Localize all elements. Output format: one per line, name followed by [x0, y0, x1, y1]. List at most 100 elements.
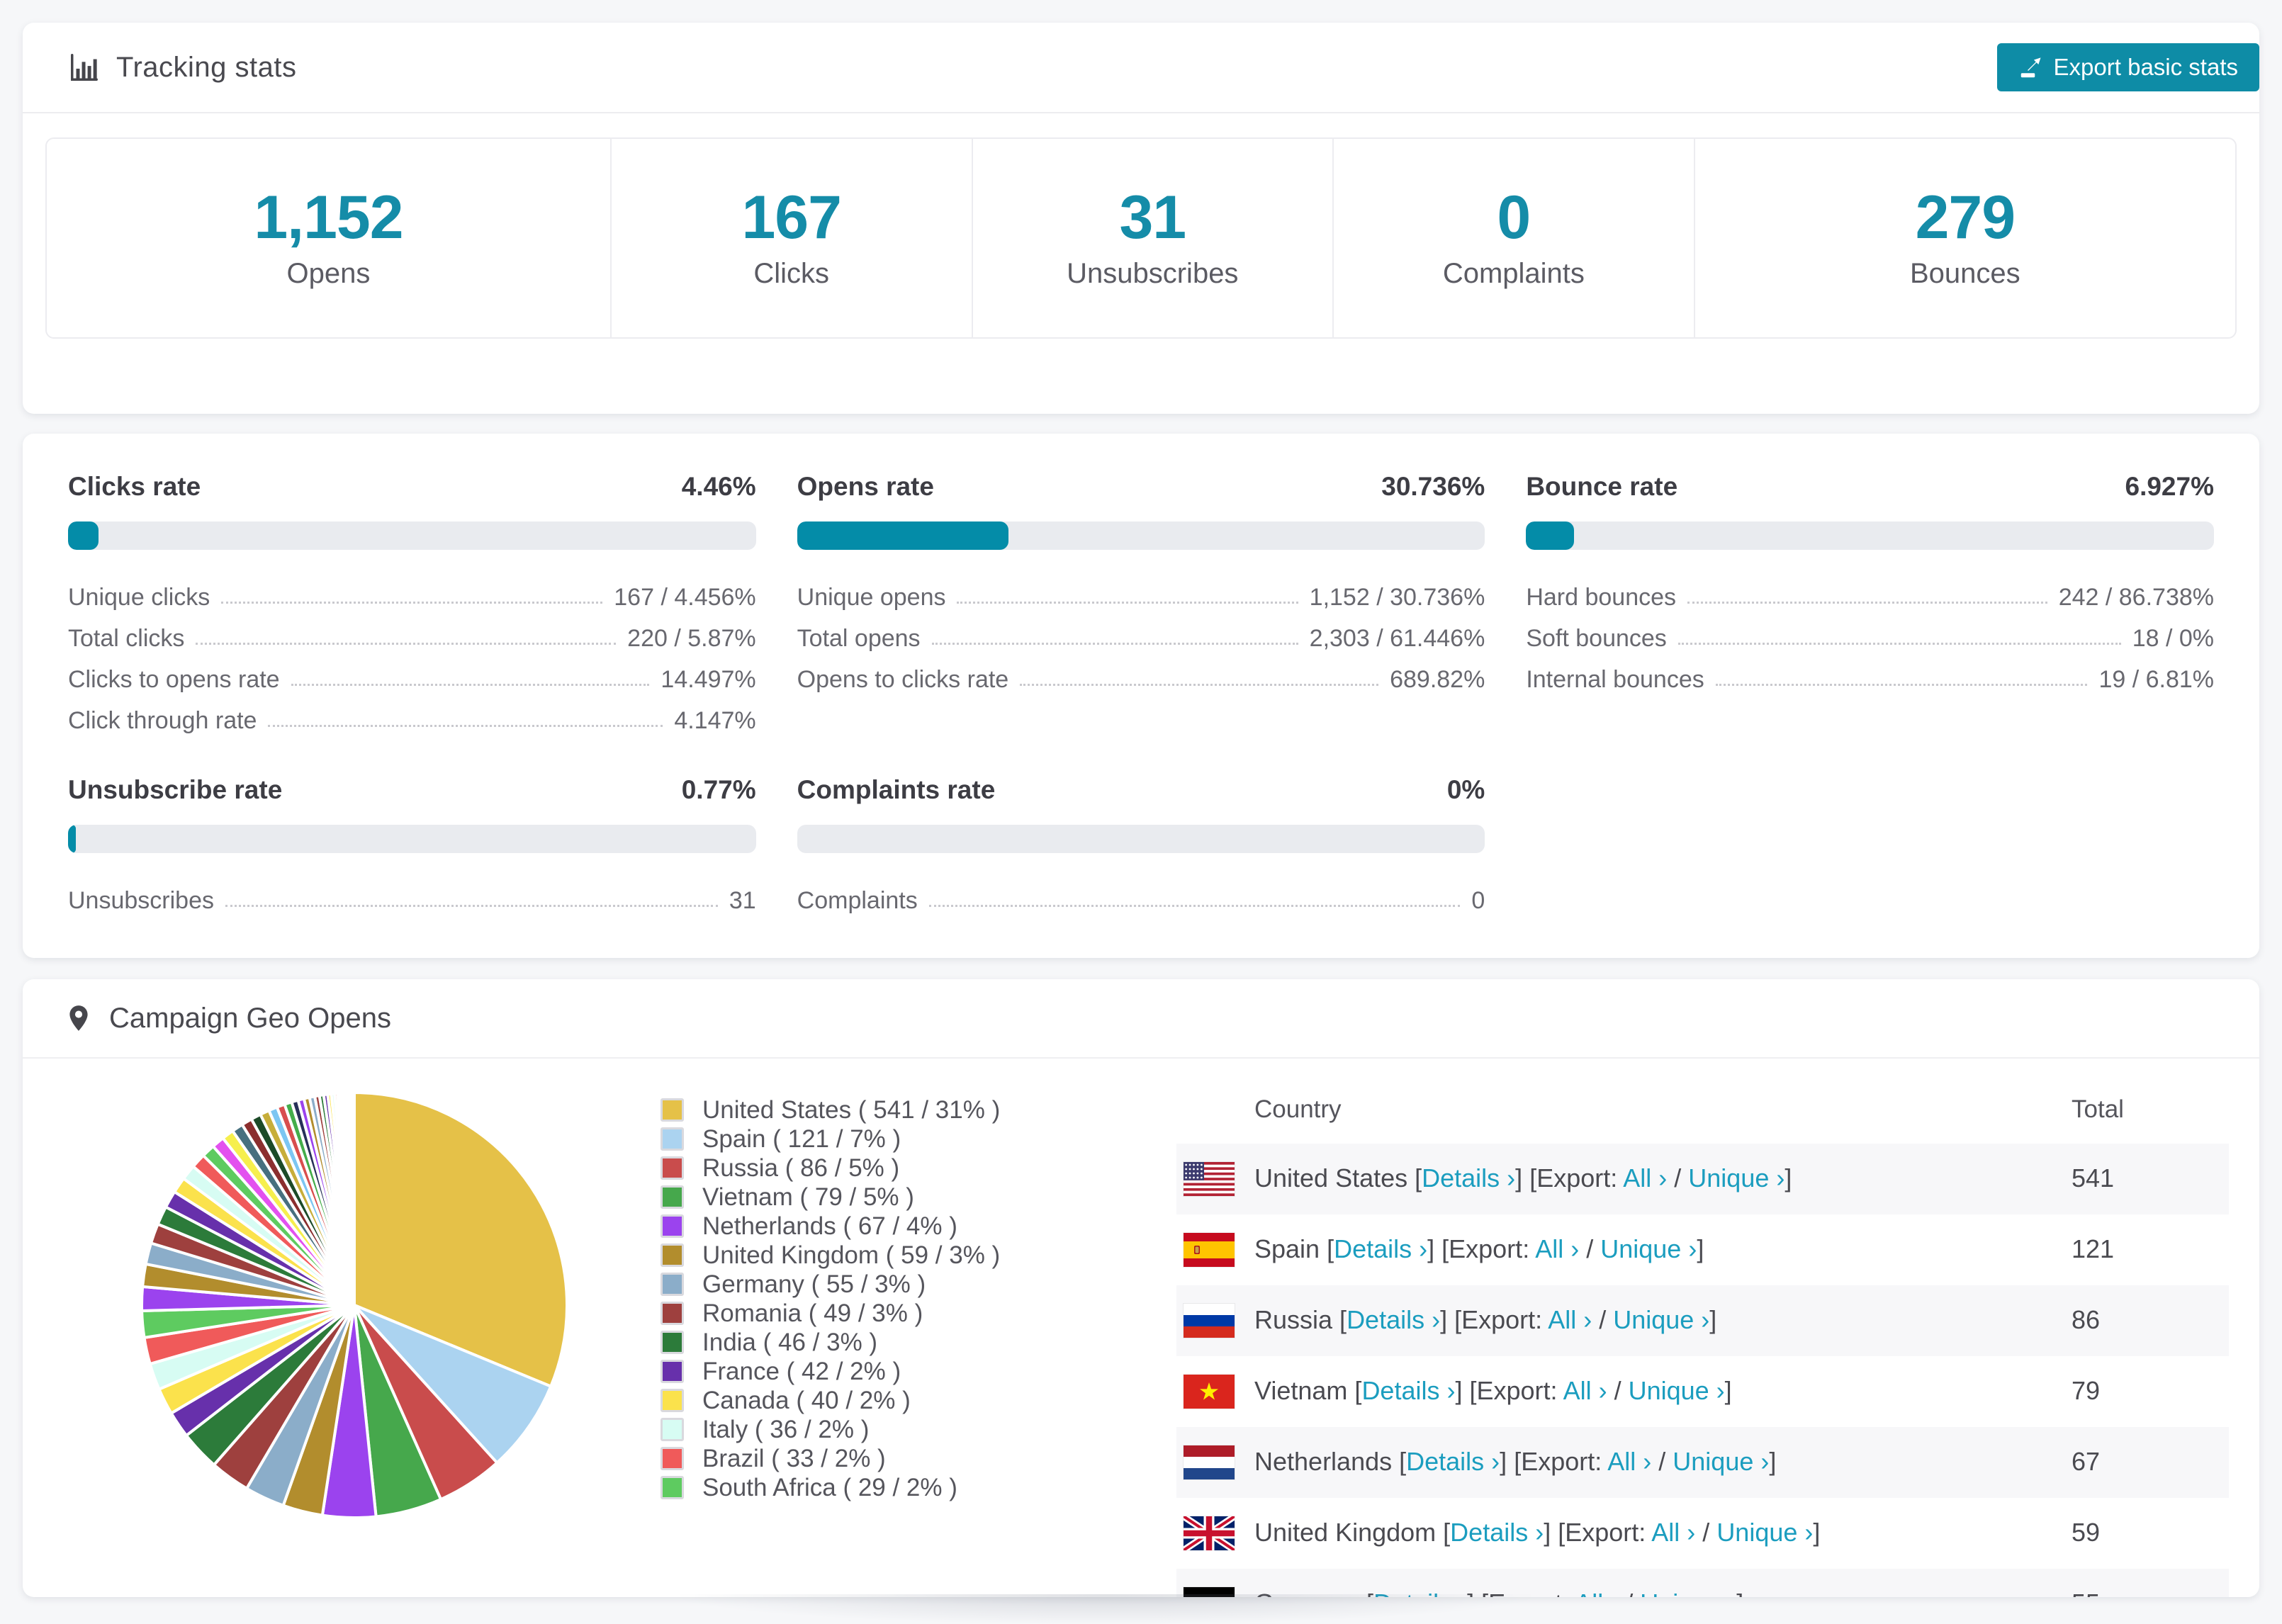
country-name-vietnam: Vietnam	[1254, 1376, 1355, 1405]
export-unique-link-germany[interactable]: Unique ›	[1640, 1589, 1736, 1597]
export-unique-link-netherlands[interactable]: Unique ›	[1673, 1447, 1769, 1476]
rate-metrics-opens-rate: Unique opens 1,152 / 30.736% Total opens 2,…	[797, 577, 1485, 700]
export-all-link-united-states[interactable]: All ›	[1623, 1163, 1667, 1192]
rate-title-opens-rate: Opens rate	[797, 472, 934, 501]
geo-opens-pie-chart	[140, 1090, 568, 1519]
rate-bar-bounce-rate	[1526, 521, 2214, 550]
bracket: ]	[1427, 1234, 1442, 1263]
rate-title-unsubscribe-rate: Unsubscribe rate	[68, 775, 283, 804]
dotted-leader	[1677, 642, 2121, 645]
bracket: [	[1415, 1163, 1422, 1192]
metric-click-through-rate: Click through rate 4.147%	[68, 700, 756, 741]
geo-table-row-spain: Spain [Details ›] [Export: All › / Uniqu…	[1176, 1214, 2229, 1285]
legend-swatch-italy	[661, 1418, 684, 1441]
rate-bar-fill-unsubscribe-rate	[68, 825, 76, 853]
export-all-link-germany[interactable]: All ›	[1575, 1589, 1619, 1597]
bracket: ]	[1515, 1163, 1530, 1192]
dotted-leader	[291, 683, 650, 686]
stat-value-unsubscribes: 31	[1119, 183, 1186, 252]
geo-opens-table: Country Total United States [Details ›] […	[1176, 1083, 2229, 1597]
legend-item-united-states: United States ( 541 / 31% )	[661, 1095, 1000, 1124]
legend-label-spain: Spain ( 121 / 7% )	[702, 1124, 901, 1153]
slash: /	[1619, 1589, 1640, 1597]
export-unique-link-vietnam[interactable]: Unique ›	[1629, 1376, 1725, 1405]
bar-chart-icon	[71, 54, 98, 81]
export-basic-stats-button[interactable]: Export basic stats	[1996, 43, 2259, 91]
country-name-russia: Russia	[1254, 1305, 1340, 1334]
export-unique-link-united-kingdom[interactable]: Unique ›	[1716, 1518, 1813, 1547]
rate-metrics-complaints-rate: Complaints 0	[797, 880, 1485, 921]
export-all-link-netherlands[interactable]: All ›	[1607, 1447, 1651, 1476]
page: Tracking stats Export basic stats 1,152 O…	[0, 0, 2282, 1597]
netherlands-flag-icon	[1184, 1445, 1235, 1479]
stat-label-opens: Opens	[286, 257, 371, 289]
export-all-link-spain[interactable]: All ›	[1535, 1234, 1579, 1263]
metric-value-clicks-to-opens-rate: 14.497%	[661, 665, 756, 693]
dotted-leader	[1687, 601, 2047, 604]
geo-total-vietnam: 79	[2072, 1376, 2101, 1405]
legend-swatch-netherlands	[661, 1214, 684, 1238]
geo-total-netherlands: 67	[2072, 1447, 2101, 1476]
rate-value-unsubscribe-rate: 0.77%	[681, 775, 756, 804]
metric-label-opens-to-clicks-rate: Opens to clicks rate	[797, 665, 1009, 693]
metric-label-total-opens: Total opens	[797, 624, 921, 652]
tracking-stats-title: Tracking stats	[68, 51, 296, 84]
legend-item-italy: Italy ( 36 / 2% )	[661, 1415, 1000, 1444]
stat-unsubscribes: 31 Unsubscribes	[971, 139, 1333, 337]
export-unique-link-spain[interactable]: Unique ›	[1600, 1234, 1697, 1263]
geo-total-russia: 86	[2072, 1305, 2101, 1334]
legend-label-brazil: Brazil ( 33 / 2% )	[702, 1444, 886, 1472]
legend-swatch-france	[661, 1360, 684, 1383]
legend-label-united-kingdom: United Kingdom ( 59 / 3% )	[702, 1241, 1001, 1269]
details-link-russia[interactable]: Details ›	[1347, 1305, 1440, 1334]
stat-value-complaints: 0	[1497, 183, 1531, 252]
geo-table-row-germany: Germany [Details ›] [Export: All › / Uni…	[1176, 1569, 2229, 1597]
country-name-united-kingdom: United Kingdom	[1254, 1518, 1444, 1547]
legend-item-spain: Spain ( 121 / 7% )	[661, 1124, 1000, 1154]
country-name-spain: Spain	[1254, 1234, 1327, 1263]
slash: /	[1607, 1376, 1629, 1405]
metric-label-unique-opens: Unique opens	[797, 583, 946, 611]
details-link-spain[interactable]: Details ›	[1334, 1234, 1427, 1263]
vietnam-flag-icon	[1184, 1375, 1235, 1409]
details-link-vietnam[interactable]: Details ›	[1361, 1376, 1455, 1405]
export-unique-link-united-states[interactable]: Unique ›	[1688, 1163, 1784, 1192]
rates-card: Clicks rate 4.46% Unique clicks 167 / 4.456…	[23, 434, 2259, 958]
rate-head-clicks-rate: Clicks rate 4.46%	[68, 472, 756, 502]
legend-item-united-kingdom: United Kingdom ( 59 / 3% )	[661, 1241, 1000, 1270]
metric-complaints: Complaints 0	[797, 880, 1485, 921]
bracket: ]	[1544, 1518, 1558, 1547]
details-link-netherlands[interactable]: Details ›	[1406, 1447, 1500, 1476]
stat-value-clicks: 167	[741, 183, 841, 252]
bracket: ]	[1440, 1305, 1455, 1334]
details-link-united-kingdom[interactable]: Details ›	[1450, 1518, 1544, 1547]
metric-unsubscribes: Unsubscribes 31	[68, 880, 756, 921]
slash: /	[1651, 1447, 1673, 1476]
legend-item-russia: Russia ( 86 / 5% )	[661, 1154, 1000, 1183]
export-all-link-united-kingdom[interactable]: All ›	[1651, 1518, 1695, 1547]
metric-label-click-through-rate: Click through rate	[68, 706, 257, 734]
legend-label-south-africa: South Africa ( 29 / 2% )	[702, 1473, 957, 1501]
export-all-link-vietnam[interactable]: All ›	[1563, 1376, 1607, 1405]
rate-bar-fill-clicks-rate	[68, 521, 99, 550]
legend-label-united-states: United States ( 541 / 31% )	[702, 1095, 1001, 1124]
export-all-link-russia[interactable]: All ›	[1548, 1305, 1592, 1334]
bracket: [	[1399, 1447, 1407, 1476]
rate-panel-opens-rate: Opens rate 30.736% Unique opens 1,152 / 30.…	[797, 472, 1485, 741]
legend-item-france: France ( 42 / 2% )	[661, 1357, 1000, 1386]
stat-value-bounces: 279	[1915, 183, 2016, 252]
rate-value-complaints-rate: 0%	[1446, 775, 1485, 804]
rates-grid: Clicks rate 4.46% Unique clicks 167 / 4.456…	[68, 472, 2214, 921]
metric-label-clicks-to-opens-rate: Clicks to opens rate	[68, 665, 280, 693]
export-unique-link-russia[interactable]: Unique ›	[1613, 1305, 1709, 1334]
metric-label-hard-bounces: Hard bounces	[1526, 583, 1677, 611]
metric-value-total-opens: 2,303 / 61.446%	[1309, 624, 1485, 652]
dotted-leader	[268, 724, 663, 727]
stat-bounces: 279 Bounces	[1693, 139, 2235, 337]
legend-item-netherlands: Netherlands ( 67 / 4% )	[661, 1212, 1000, 1241]
geo-total-united-states: 541	[2072, 1163, 2115, 1192]
details-link-germany[interactable]: Details ›	[1373, 1589, 1467, 1597]
campaign-geo-opens-card: Campaign Geo Opens United States ( 541 /…	[23, 979, 2259, 1597]
details-link-united-states[interactable]: Details ›	[1422, 1163, 1515, 1192]
bracket: ]	[1769, 1447, 1777, 1476]
